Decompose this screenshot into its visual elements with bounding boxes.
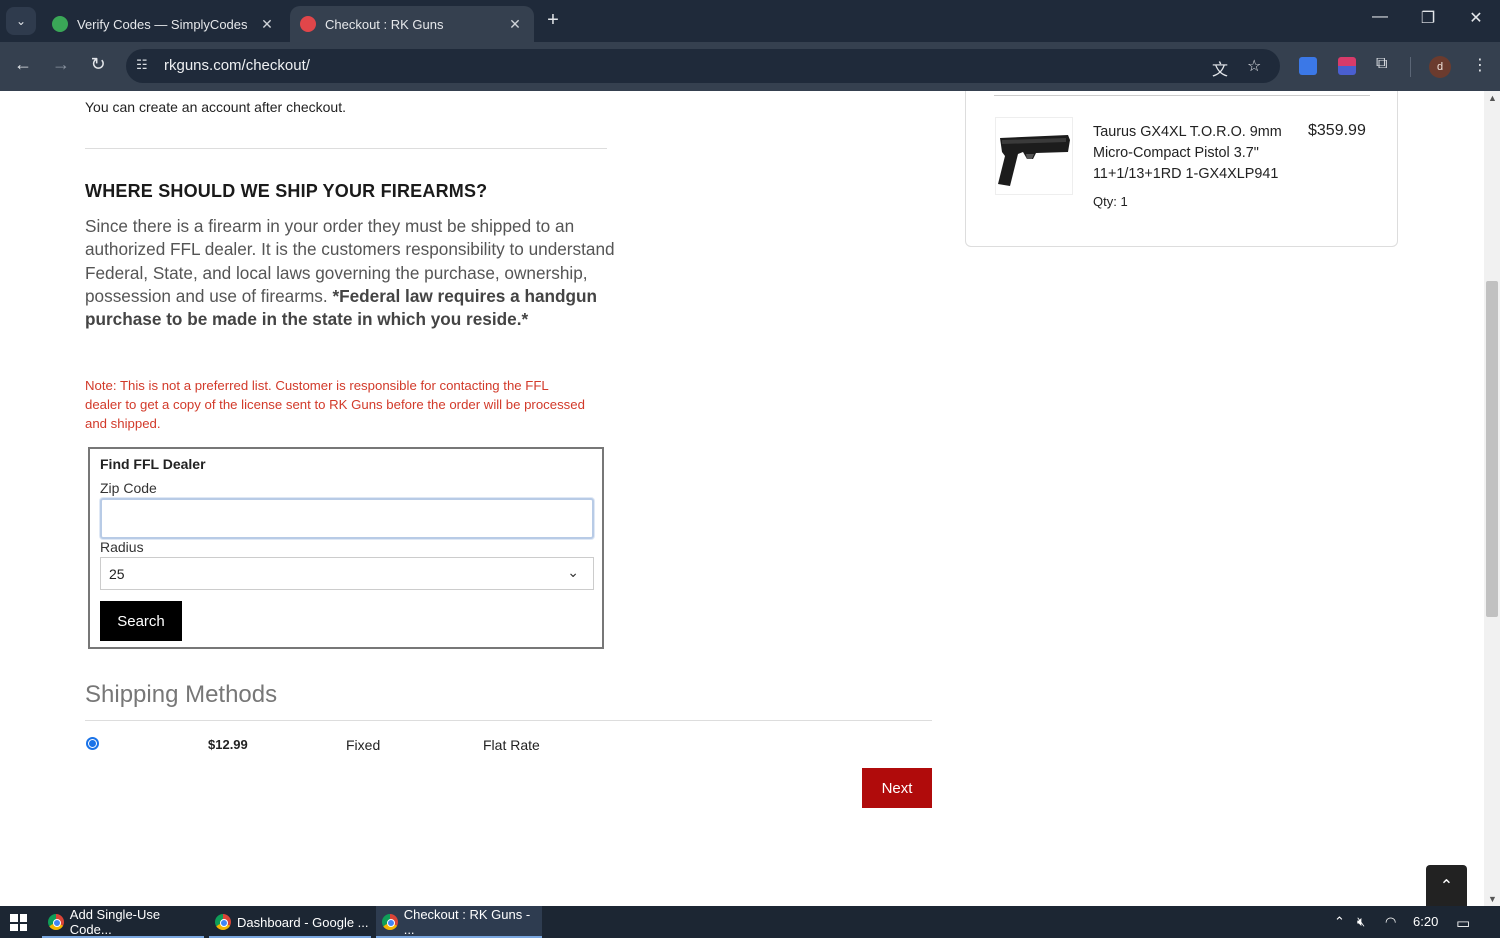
pistol-image-icon xyxy=(998,135,1070,186)
wifi-icon[interactable]: ◠ xyxy=(1385,914,1396,930)
scroll-up-arrow-icon[interactable]: ▲ xyxy=(1488,93,1497,103)
shipping-method-radio[interactable] xyxy=(86,737,99,750)
shipping-price: $12.99 xyxy=(208,737,248,752)
chrome-icon xyxy=(215,914,231,930)
address-bar[interactable]: ☷ rkguns.com/checkout/ 文 ☆ xyxy=(126,49,1280,83)
chevron-down-icon: ⌄ xyxy=(15,14,27,28)
translate-icon[interactable]: 文 xyxy=(1212,56,1228,80)
taskbar-item-label: Add Single-Use Code... xyxy=(69,907,161,937)
new-tab-plus-icon[interactable]: + xyxy=(542,9,564,32)
extension-simplycodes-icon[interactable] xyxy=(1338,57,1356,75)
browser-tab-simplycodes[interactable]: Verify Codes — SimplyCodes ✕ xyxy=(42,6,286,42)
product-name[interactable]: Taurus GX4XL T.O.R.O. 9mm Micro-Compact … xyxy=(1093,122,1298,185)
ship-paragraph: Since there is a firearm in your order t… xyxy=(85,215,615,331)
tab-title: Verify Codes — SimplyCodes xyxy=(77,16,248,32)
shipping-method-row[interactable]: $12.99 Fixed Flat Rate xyxy=(85,731,932,757)
divider xyxy=(994,95,1370,96)
speaker-muted-icon[interactable]: 🔇︎ xyxy=(1357,914,1365,930)
scrollbar-thumb[interactable] xyxy=(1486,281,1498,617)
radius-label: Radius xyxy=(100,539,144,555)
browser-toolbar: ← → ↻ ☷ rkguns.com/checkout/ 文 ☆ ⧉ d ⋮ xyxy=(0,42,1500,91)
close-tab-icon[interactable]: ✕ xyxy=(506,16,524,33)
product-image[interactable] xyxy=(995,117,1073,195)
search-button[interactable]: Search xyxy=(100,601,182,641)
chevron-down-icon: ⌄ xyxy=(567,564,579,580)
product-price: $359.99 xyxy=(1308,122,1366,139)
page-scrollbar[interactable]: ▲ ▼ xyxy=(1484,91,1500,906)
account-note: You can create an account after checkout… xyxy=(85,99,346,115)
windows-start-icon[interactable] xyxy=(10,914,27,931)
toolbar-divider xyxy=(1410,57,1411,77)
divider xyxy=(85,148,607,149)
checkout-page: You can create an account after checkout… xyxy=(0,91,1484,906)
restore-icon[interactable]: ❐ xyxy=(1405,8,1451,28)
browser-tab-strip: ⌄ Verify Codes — SimplyCodes ✕ Checkout … xyxy=(0,0,1500,42)
windows-taskbar: Add Single-Use Code... Dashboard - Googl… xyxy=(0,906,1500,938)
chrome-icon xyxy=(382,914,398,930)
bookmark-star-icon[interactable]: ☆ xyxy=(1247,56,1261,76)
ffl-note: Note: This is not a preferred list. Cust… xyxy=(85,378,585,431)
scroll-to-top-button[interactable]: ⌃ xyxy=(1426,865,1467,906)
ship-heading: WHERE SHOULD WE SHIP YOUR FIREARMS? xyxy=(85,181,488,201)
shipping-type: Fixed xyxy=(346,737,381,753)
chevron-up-icon: ⌃ xyxy=(1439,877,1454,895)
taskbar-item-active[interactable]: Checkout : RK Guns - ... xyxy=(376,906,542,938)
scroll-down-arrow-icon[interactable]: ▼ xyxy=(1488,894,1497,904)
simplycodes-favicon-icon xyxy=(52,16,68,32)
extension-translate-icon[interactable] xyxy=(1299,57,1317,75)
notification-icon[interactable]: ▭ xyxy=(1456,914,1470,932)
order-summary-card: Taurus GX4XL T.O.R.O. 9mm Micro-Compact … xyxy=(965,91,1398,247)
radius-value: 25 xyxy=(109,565,125,582)
taskbar-item-label: Checkout : RK Guns - ... xyxy=(403,907,531,937)
back-arrow-icon[interactable]: ← xyxy=(11,54,35,75)
chrome-icon xyxy=(48,914,64,930)
taskbar-item[interactable]: Add Single-Use Code... xyxy=(42,906,204,938)
rkguns-favicon-icon xyxy=(300,16,316,32)
divider xyxy=(85,720,932,721)
close-tab-icon[interactable]: ✕ xyxy=(258,16,276,33)
ffl-box-title: Find FFL Dealer xyxy=(100,456,206,472)
tab-title: Checkout : RK Guns xyxy=(325,16,444,32)
minimize-icon[interactable]: — xyxy=(1357,8,1403,26)
profile-avatar[interactable]: d xyxy=(1429,56,1451,78)
site-settings-icon[interactable]: ☷ xyxy=(136,57,148,73)
radius-select[interactable]: 25 ⌄ xyxy=(100,557,594,590)
taskbar-item-label: Dashboard - Google ... xyxy=(237,914,369,930)
zip-code-label: Zip Code xyxy=(100,480,157,496)
browser-tab-rkguns[interactable]: Checkout : RK Guns ✕ xyxy=(290,6,534,42)
next-button[interactable]: Next xyxy=(862,768,932,808)
tab-search-button[interactable]: ⌄ xyxy=(6,7,36,35)
zip-code-input[interactable] xyxy=(100,498,594,539)
clock-time[interactable]: 6:20 xyxy=(1413,914,1438,929)
shipping-name: Flat Rate xyxy=(483,737,540,753)
extensions-puzzle-icon[interactable]: ⧉ xyxy=(1376,55,1387,73)
url-text[interactable]: rkguns.com/checkout/ xyxy=(164,57,310,74)
close-window-icon[interactable]: ✕ xyxy=(1453,8,1499,28)
find-ffl-dealer-box: Find FFL Dealer Zip Code Radius 25 ⌄ Sea… xyxy=(88,447,604,649)
taskbar-item[interactable]: Dashboard - Google ... xyxy=(209,906,371,938)
product-qty: Qty: 1 xyxy=(1093,194,1128,209)
tray-chevron-up-icon[interactable]: ⌃ xyxy=(1334,914,1345,930)
forward-arrow-icon[interactable]: → xyxy=(49,54,73,75)
shipping-methods-heading: Shipping Methods xyxy=(85,681,278,708)
kebab-menu-icon[interactable]: ⋮ xyxy=(1472,55,1488,75)
reload-icon[interactable]: ↻ xyxy=(86,54,110,75)
